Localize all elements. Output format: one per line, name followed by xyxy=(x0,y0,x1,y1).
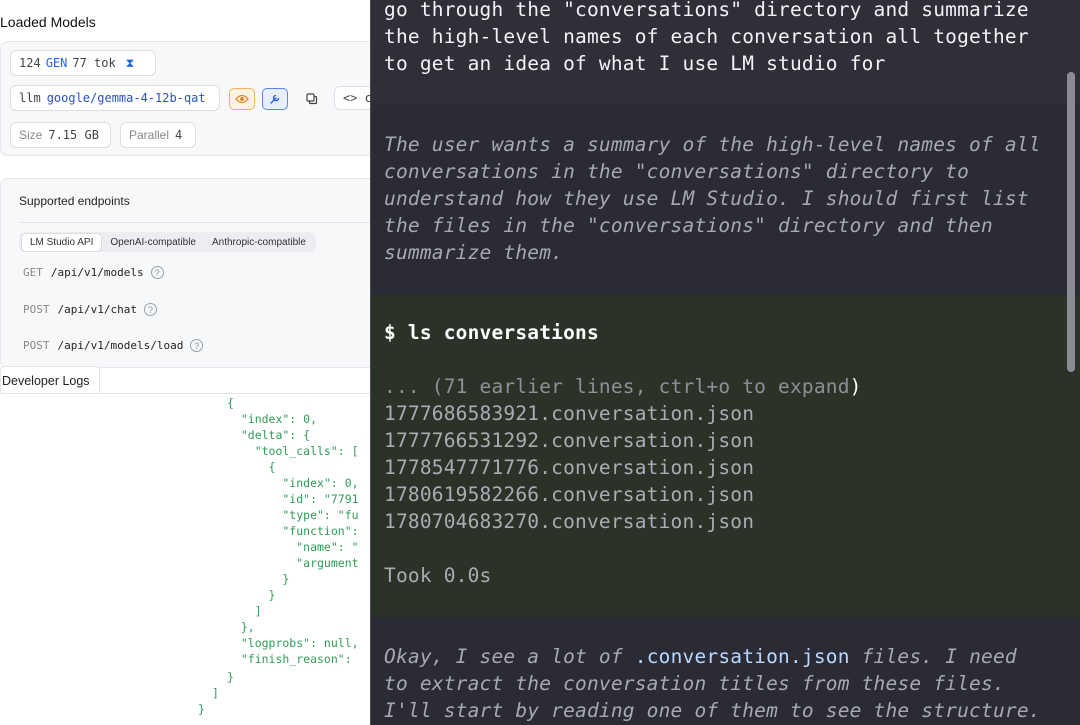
help-icon[interactable]: ? xyxy=(150,266,164,279)
user-prompt-line: the high-level names of each conversatio… xyxy=(384,25,1029,48)
log-line: "finish_reason": xyxy=(227,652,352,666)
user-prompt-line: go through the "conversations" directory… xyxy=(384,0,1029,21)
eye-icon[interactable] xyxy=(229,88,255,110)
reply-line: to extract the conversation titles from … xyxy=(384,672,1005,695)
endpoint-method: GET xyxy=(23,266,43,279)
token-count: 77 tok xyxy=(72,56,116,70)
model-identifier-chip[interactable]: llm google/gemma-4-12b-qat xyxy=(10,85,220,111)
thought-line: conversations in the "conversations" dir… xyxy=(384,160,970,183)
wrench-icon[interactable] xyxy=(262,88,288,110)
endpoints-divider xyxy=(19,222,372,223)
file-entry: 1778547771776.conversation.json xyxy=(384,456,755,479)
tab-anthropic-compatible[interactable]: Anthropic-compatible xyxy=(204,234,314,251)
endpoint-path: /api/v1/models/load xyxy=(57,339,184,352)
endpoint-path: /api/v1/chat xyxy=(57,303,137,316)
log-line: } xyxy=(227,572,290,586)
developer-logs-output: { "index": 0, "delta": { "tool_calls": [… xyxy=(0,394,372,725)
log-line: } xyxy=(227,670,234,684)
log-line: ] xyxy=(227,604,262,618)
model-size-chip: Size 7.15 GB xyxy=(10,122,111,148)
help-icon[interactable]: ? xyxy=(143,303,157,316)
thought-line: The user wants a summary of the high-lev… xyxy=(384,133,1041,156)
collapsed-paren: ) xyxy=(849,375,862,398)
log-line: ] xyxy=(212,686,219,700)
parallel-chip: Parallel 4 xyxy=(120,122,196,148)
generation-stats-chip: 124 GEN 77 tok ⧗ xyxy=(10,50,156,76)
log-line: } xyxy=(198,702,205,716)
endpoint-path: /api/v1/models xyxy=(50,266,144,279)
file-entry: 1780704683270.conversation.json xyxy=(384,510,755,533)
reply-text: files. I need xyxy=(849,645,1017,668)
log-line: "index": 0, xyxy=(227,476,359,490)
endpoint-method: POST xyxy=(23,339,50,352)
code-snippet-button[interactable]: <> c xyxy=(334,86,372,110)
api-tabs: LM Studio API OpenAI-compatible Anthropi… xyxy=(19,232,316,252)
user-prompt-block: go through the "conversations" directory… xyxy=(371,0,1080,103)
file-entry: 1780619582266.conversation.json xyxy=(384,483,755,506)
lm-studio-panel: Loaded Models 124 GEN 77 tok ⧗ llm googl… xyxy=(0,0,372,725)
model-prefix: llm xyxy=(19,91,41,105)
endpoints-title: Supported endpoints xyxy=(19,194,130,208)
help-icon[interactable]: ? xyxy=(190,339,204,352)
assistant-reply-block: Okay, I see a lot of .conversation.json … xyxy=(371,617,1080,725)
thinking-block: The user wants a summary of the high-lev… xyxy=(371,103,1080,295)
loaded-model-card[interactable]: 124 GEN 77 tok ⧗ llm google/gemma-4-12b-… xyxy=(0,41,372,156)
terminal-scrollbar[interactable] xyxy=(1067,72,1075,372)
endpoint-row-chat[interactable]: POST /api/v1/chat ? xyxy=(23,303,157,316)
thought-line: understand how they use LM Studio. I sho… xyxy=(384,187,1029,210)
log-line: } xyxy=(227,588,276,602)
reply-line: Okay, I see a lot of .conversation.json … xyxy=(384,645,1017,668)
command-output-block: $ ls conversations ... (71 earlier lines… xyxy=(371,295,1080,617)
log-line: { xyxy=(227,460,276,474)
log-line: "argument xyxy=(227,556,359,570)
size-value: 7.15 GB xyxy=(48,128,99,142)
tab-lm-studio-api[interactable]: LM Studio API xyxy=(21,232,103,252)
expand-shortcut: ctrl+o xyxy=(658,375,731,398)
log-line: "delta": { xyxy=(227,428,311,442)
log-line: { xyxy=(227,396,234,410)
log-line: "tool_calls": [ xyxy=(227,444,359,458)
log-line: "type": "fu xyxy=(227,508,359,522)
tab-openai-compatible[interactable]: OpenAI-compatible xyxy=(102,234,204,251)
endpoint-method: POST xyxy=(23,303,50,316)
file-entry: 1777766531292.conversation.json xyxy=(384,429,755,452)
user-prompt-line: to get an idea of what I use LM studio f… xyxy=(384,52,886,75)
file-extension-highlight: .conversation.json xyxy=(634,645,850,668)
log-line: "index": 0, xyxy=(227,412,318,426)
log-line: "name": " xyxy=(227,540,359,554)
tab-developer-logs[interactable]: Developer Logs xyxy=(0,366,100,394)
thought-line: summarize them. xyxy=(384,241,564,264)
terminal-window[interactable]: go through the "conversations" directory… xyxy=(370,0,1080,725)
reply-text: Okay, I see a lot of xyxy=(384,645,635,668)
supported-endpoints-panel: Supported endpoints LM Studio API OpenAI… xyxy=(0,178,372,368)
copy-icon[interactable] xyxy=(299,88,325,110)
loading-spinner-icon: ⧗ xyxy=(125,55,135,70)
collapsed-suffix: to expand xyxy=(730,375,850,398)
endpoint-row-models-load[interactable]: POST /api/v1/models/load ? xyxy=(23,339,204,352)
parallel-value: 4 xyxy=(175,128,183,142)
log-line: "function": xyxy=(227,524,359,538)
model-name: google/gemma-4-12b-qat xyxy=(46,91,206,105)
collapsed-lines-notice[interactable]: ... (71 earlier lines, ctrl+o to expand) xyxy=(384,375,862,398)
shell-command: $ ls conversations xyxy=(384,321,599,344)
collapsed-prefix: ... (71 earlier lines, xyxy=(384,375,659,398)
file-entry: 1777686583921.conversation.json xyxy=(384,402,755,425)
endpoint-row-models[interactable]: GET /api/v1/models ? xyxy=(23,266,164,279)
request-count: 124 xyxy=(19,56,41,70)
log-line: "id": "7791 xyxy=(227,492,359,506)
elapsed-time: Took 0.0s xyxy=(384,564,492,587)
reply-line: I'll start by reading one of them to see… xyxy=(384,699,1041,722)
thought-line: the files in the "conversations" directo… xyxy=(384,214,993,237)
loaded-models-title: Loaded Models xyxy=(0,14,96,30)
gen-label: GEN xyxy=(45,56,68,70)
size-label: Size xyxy=(19,128,43,142)
log-line: "logprobs": null, xyxy=(227,636,359,650)
log-line: }, xyxy=(227,620,255,634)
parallel-label: Parallel xyxy=(129,128,170,142)
